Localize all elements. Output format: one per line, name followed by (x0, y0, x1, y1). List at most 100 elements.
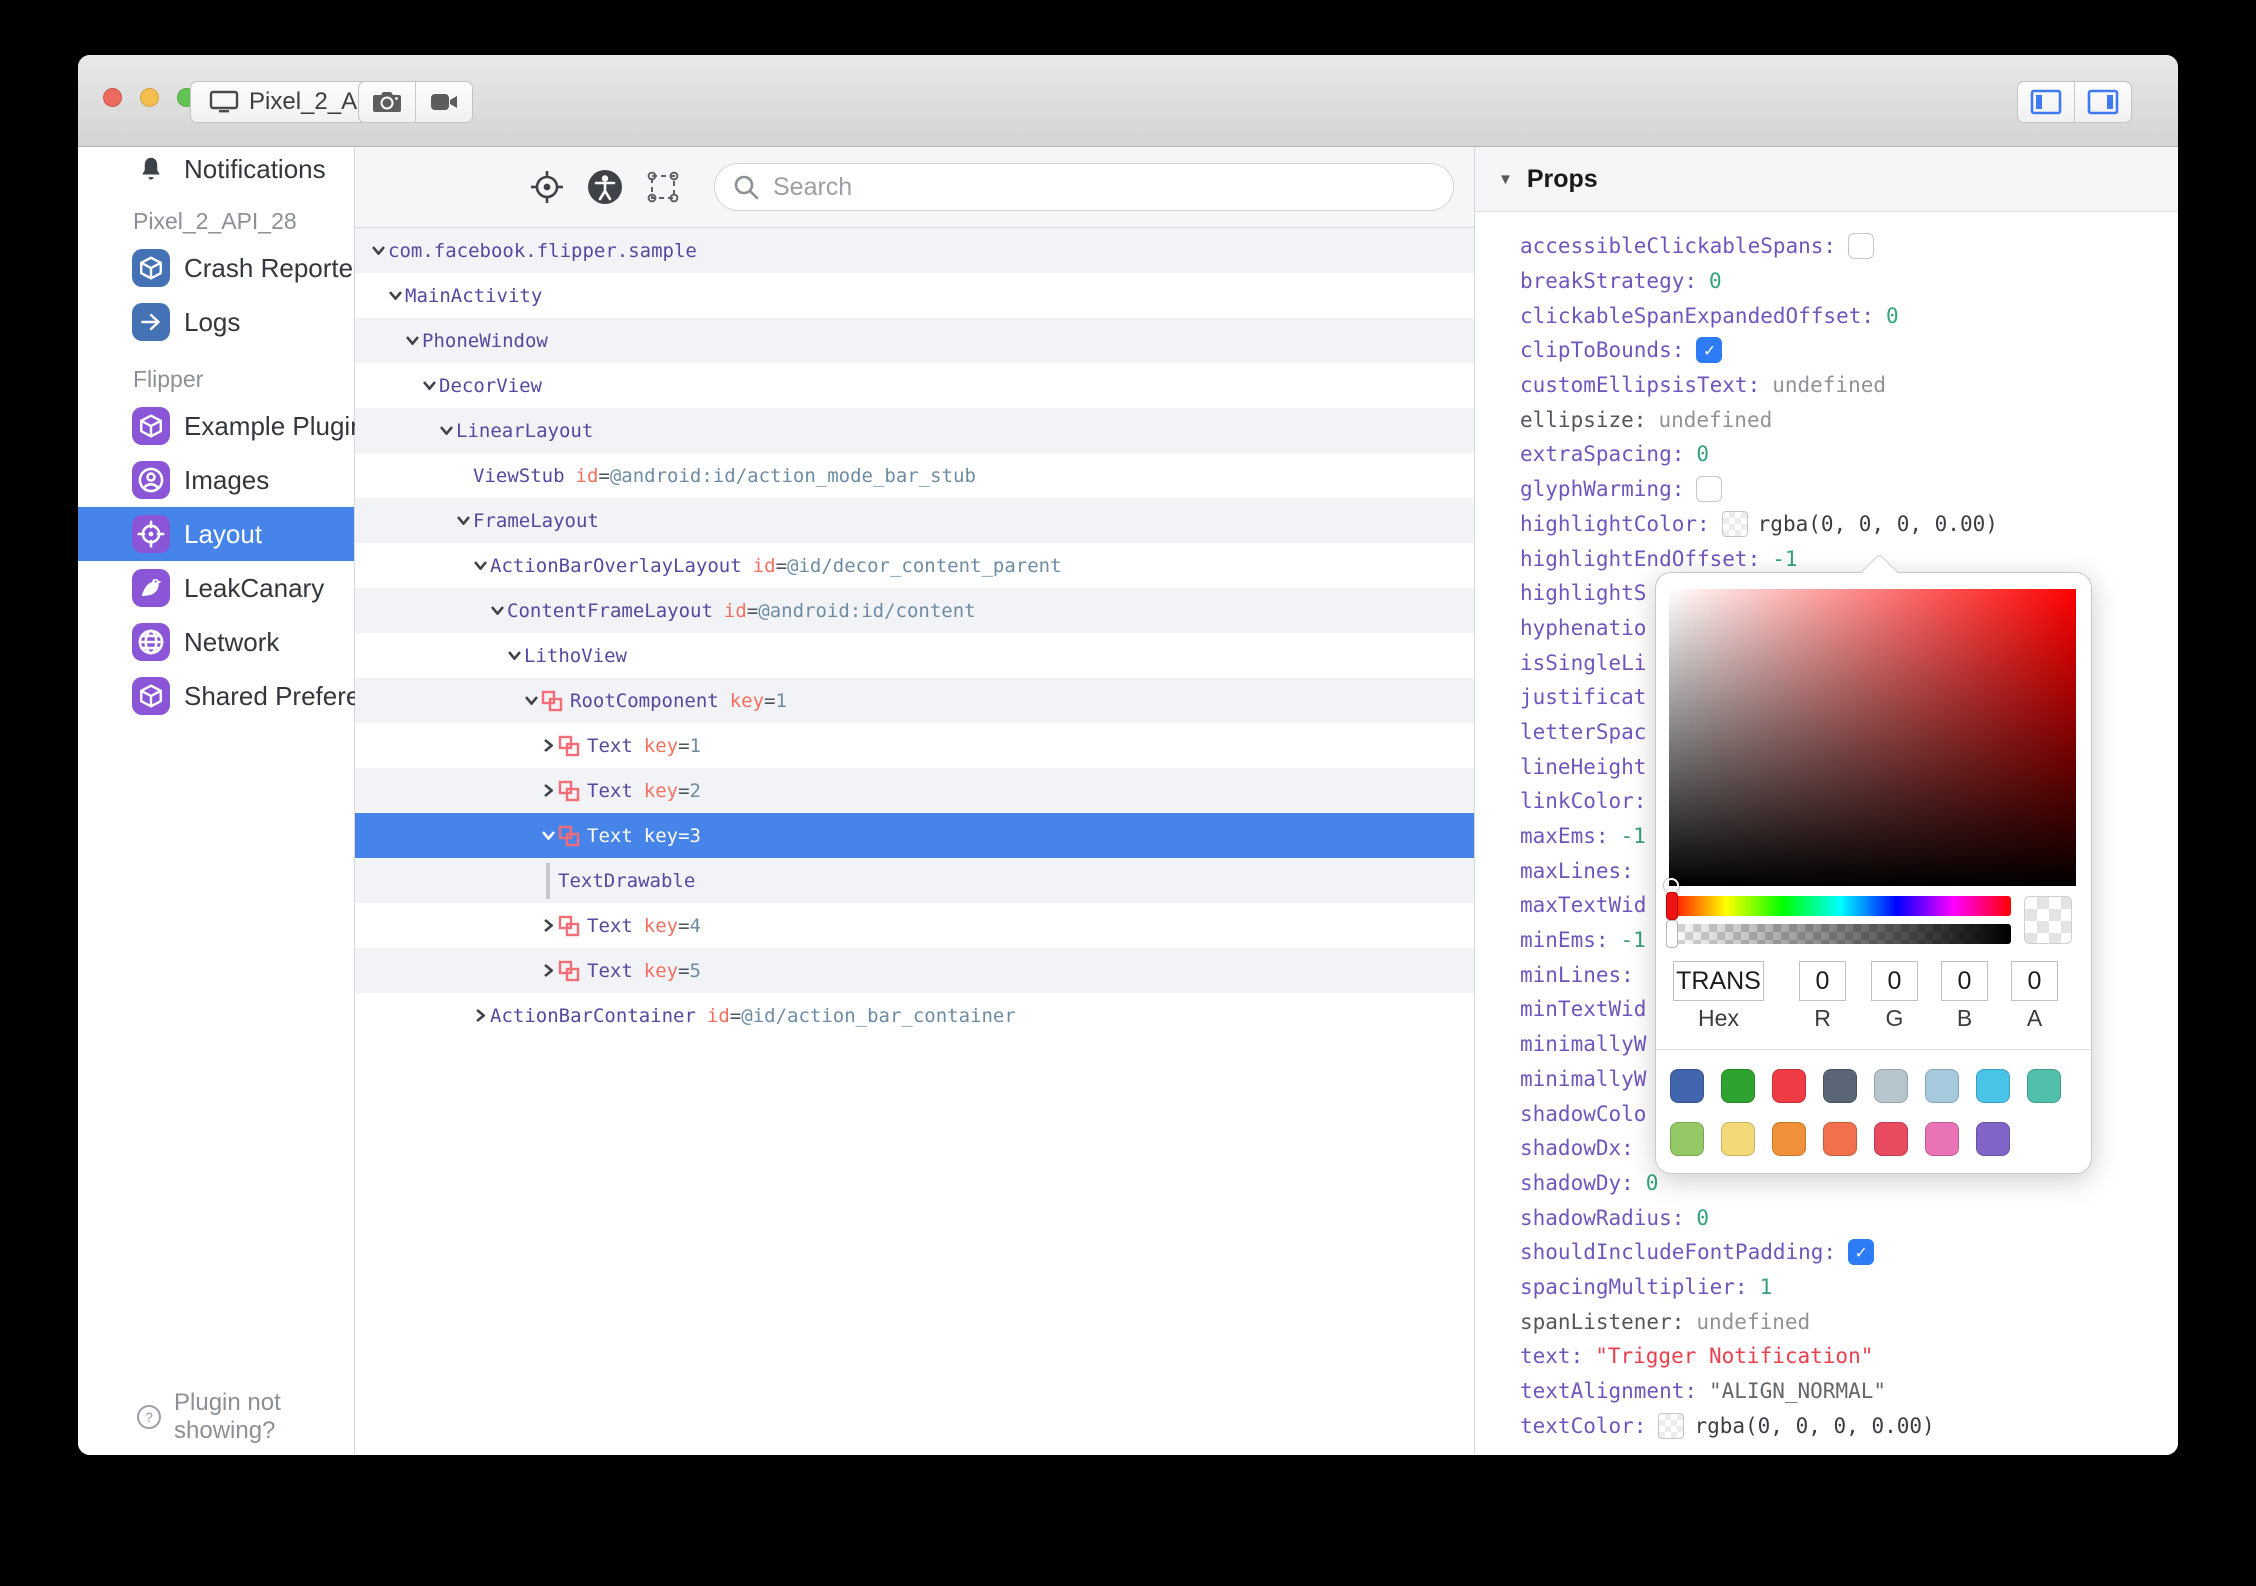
chevron-right-icon[interactable] (470, 1008, 490, 1023)
camera-icon (371, 89, 403, 115)
preset-color-swatch[interactable] (1874, 1122, 1908, 1156)
tree-node-rootcomponent[interactable]: RootComponent key = 1 (355, 678, 1474, 723)
preset-color-swatch[interactable] (1925, 1122, 1959, 1156)
search-input[interactable] (771, 171, 1435, 203)
chevron-down-icon[interactable] (436, 423, 456, 438)
prop-key: maxEms: (1520, 824, 1609, 849)
preset-color-swatch[interactable] (1925, 1069, 1959, 1103)
tree-node-actionbarcontainer[interactable]: ActionBarContainer id = @id/action_bar_cont… (355, 993, 1474, 1038)
saturation-area[interactable] (1664, 589, 2076, 893)
sidebar-item-images[interactable]: Images (78, 453, 354, 507)
tree-node-contentframelayout[interactable]: ContentFrameLayout id = @android:id/content (355, 588, 1474, 633)
hue-slider[interactable] (1666, 892, 2011, 920)
preset-color-swatch[interactable] (1874, 1069, 1908, 1103)
red-input[interactable]: 0 (1799, 961, 1846, 1001)
alpha-handle[interactable] (1666, 920, 1678, 948)
prop-row-spanlistener: spanListener: undefined (1520, 1304, 2178, 1339)
sidebar-item-logs[interactable]: Logs (78, 295, 354, 349)
prop-key: minEms: (1520, 928, 1609, 953)
tree-node-linearlayout[interactable]: LinearLayout (355, 408, 1474, 453)
tree-node-text[interactable]: Text key = 1 (355, 723, 1474, 768)
checkbox-checked[interactable]: ✓ (1696, 337, 1723, 364)
chevron-down-icon[interactable] (402, 333, 422, 348)
tree-node-text[interactable]: Text key = 2 (355, 768, 1474, 813)
chevron-down-icon[interactable] (504, 648, 524, 663)
preset-color-swatch[interactable] (2027, 1069, 2061, 1103)
toggle-left-sidebar-button[interactable] (2018, 82, 2074, 122)
arrow-right-icon (132, 303, 170, 341)
chevron-down-icon[interactable] (453, 513, 473, 528)
bell-icon (136, 154, 166, 184)
prop-key: highlightEndOffset: (1520, 546, 1761, 571)
chevron-down-icon[interactable] (487, 603, 507, 618)
tree-node-textdrawable[interactable]: TextDrawable (355, 858, 1474, 903)
tree-node-viewstub[interactable]: ViewStub id = @android:id/action_mode_bar_s… (355, 453, 1474, 498)
blue-input[interactable]: 0 (1941, 961, 1988, 1001)
checkbox-unchecked[interactable] (1848, 233, 1875, 260)
preset-color-swatch[interactable] (1823, 1122, 1857, 1156)
close-button[interactable] (103, 88, 122, 107)
sidebar-item-notifications[interactable]: Notifications (78, 147, 354, 191)
preset-color-swatch[interactable] (1772, 1069, 1806, 1103)
chevron-right-icon[interactable] (538, 963, 558, 978)
preset-color-swatch[interactable] (1721, 1122, 1755, 1156)
sidebar-item-network[interactable]: Network (78, 615, 354, 669)
accessibility-mode-button[interactable] (588, 170, 622, 204)
select-element-button[interactable] (646, 170, 680, 204)
alpha-slider[interactable] (1666, 920, 2011, 948)
tree-node-actionbaroverlaylayout[interactable]: ActionBarOverlayLayout id = @id/decor_conte… (355, 543, 1474, 588)
alpha-input[interactable]: 0 (2011, 961, 2058, 1001)
props-header[interactable]: ▼ Props (1475, 147, 2178, 212)
chevron-down-icon[interactable] (538, 828, 558, 843)
color-swatch-button[interactable] (1658, 1412, 1685, 1439)
prop-key: textAlignment: (1520, 1379, 1698, 1404)
plugin-not-showing-link[interactable]: ? Plugin not showing? (78, 1389, 354, 1444)
chevron-down-icon[interactable] (419, 378, 439, 393)
tree-node-decorview[interactable]: DecorView (355, 363, 1474, 408)
sidebar-item-crash-reporter[interactable]: Crash Reporter (78, 241, 362, 295)
tree-node-phonewindow[interactable]: PhoneWindow (355, 318, 1474, 363)
hue-handle[interactable] (1666, 892, 1678, 920)
sidebar-item-layout[interactable]: Layout (78, 507, 354, 561)
sidebar-item-example-plugin[interactable]: Example Plugin (78, 399, 365, 453)
node-attr-equals: = (746, 599, 759, 622)
preset-color-swatch[interactable] (1976, 1069, 2010, 1103)
preset-color-swatch[interactable] (1670, 1069, 1704, 1103)
preset-color-swatch[interactable] (1670, 1122, 1704, 1156)
tree-node-framelayout[interactable]: FrameLayout (355, 498, 1474, 543)
hex-input[interactable]: TRANS (1673, 961, 1764, 1001)
tree-node-lithoview[interactable]: LithoView (355, 633, 1474, 678)
node-attr-equals: = (678, 734, 690, 757)
tree-node-com-facebook-flipper-sample[interactable]: com.facebook.flipper.sample (355, 228, 1474, 273)
toggle-right-sidebar-button[interactable] (2074, 82, 2131, 122)
node-attr-value: @id/decor_content_parent (787, 554, 1062, 577)
screen-record-button[interactable] (415, 82, 472, 122)
chevron-right-icon[interactable] (538, 783, 558, 798)
prop-value: undefined (1772, 373, 1887, 398)
chevron-down-icon[interactable] (385, 288, 405, 303)
preset-color-swatch[interactable] (1823, 1069, 1857, 1103)
green-input[interactable]: 0 (1871, 961, 1918, 1001)
preset-color-swatch[interactable] (1772, 1122, 1806, 1156)
checkbox-unchecked[interactable] (1696, 476, 1723, 503)
chevron-down-icon[interactable] (470, 558, 490, 573)
checkbox-checked[interactable]: ✓ (1848, 1239, 1875, 1266)
preset-color-swatch[interactable] (1976, 1122, 2010, 1156)
sidebar-item-shared-preferences-viewe[interactable]: Shared Preferences Viewe (78, 669, 493, 723)
target-icon (132, 515, 170, 553)
preset-color-swatch[interactable] (1721, 1069, 1755, 1103)
target-mode-button[interactable] (530, 170, 564, 204)
screenshot-button[interactable] (359, 82, 415, 122)
chevron-right-icon[interactable] (538, 918, 558, 933)
minimize-button[interactable] (140, 88, 159, 107)
chevron-down-icon[interactable] (521, 693, 541, 708)
sidebar-item-leakcanary[interactable]: LeakCanary (78, 561, 354, 615)
saturation-cursor[interactable] (1664, 878, 1679, 893)
color-swatch-button[interactable] (1721, 510, 1748, 537)
chevron-down-icon[interactable] (368, 243, 388, 258)
tree-node-text[interactable]: Text key = 4 (355, 903, 1474, 948)
tree-node-mainactivity[interactable]: MainActivity (355, 273, 1474, 318)
tree-node-text[interactable]: Text key = 3 (355, 813, 1474, 858)
tree-node-text[interactable]: Text key = 5 (355, 948, 1474, 993)
chevron-right-icon[interactable] (538, 738, 558, 753)
